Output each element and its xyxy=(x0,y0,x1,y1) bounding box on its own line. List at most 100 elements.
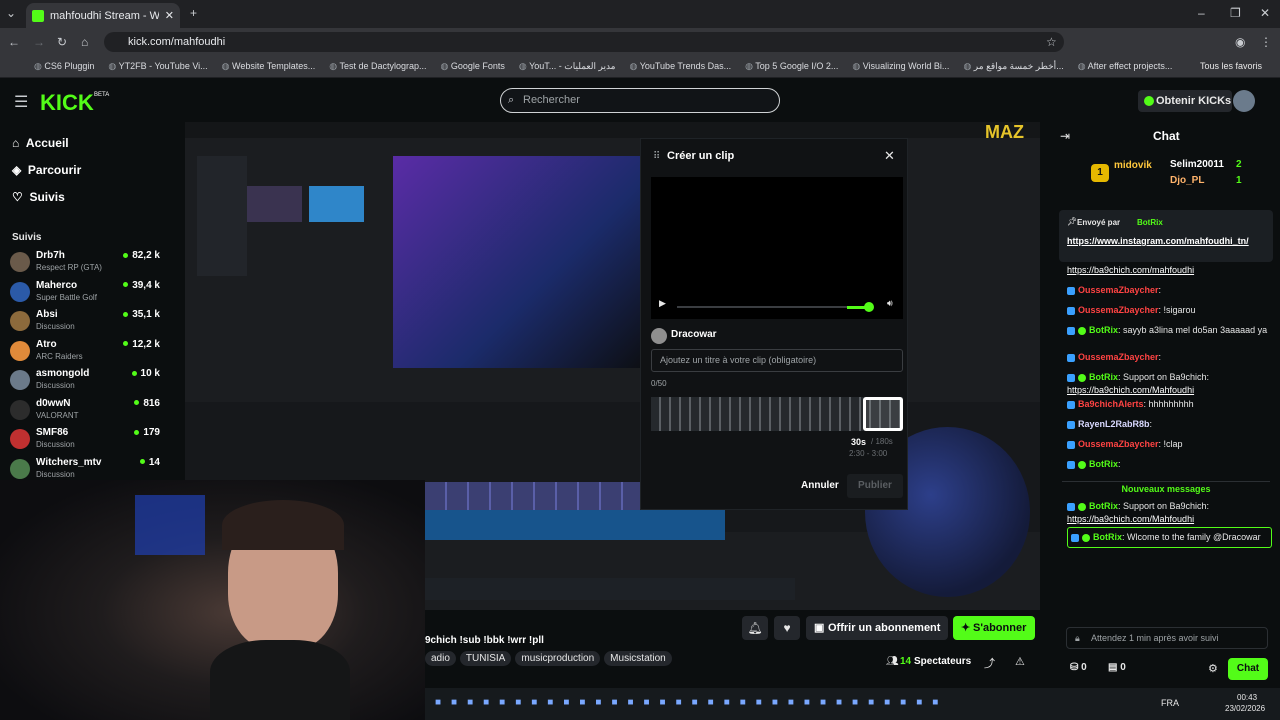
subscribe-button[interactable]: ✦ S'abonner xyxy=(953,616,1035,640)
all-favorites[interactable]: Tous les favoris xyxy=(1200,61,1263,71)
chat-username[interactable]: BotRix xyxy=(1089,325,1118,335)
bookmark-star-icon[interactable]: ☆ xyxy=(1046,35,1057,49)
close-tab-icon[interactable]: ✕ xyxy=(165,9,174,22)
profile-icon[interactable]: ◉ xyxy=(1235,35,1245,49)
user-avatar[interactable] xyxy=(1233,90,1255,112)
chat-message[interactable]: BotRix: Wlcome to the family @Dracowar xyxy=(1067,527,1272,548)
chat-message[interactable]: OussemaZbaycher: xyxy=(1067,351,1272,364)
back-icon[interactable]: ← xyxy=(8,35,20,49)
hamburger-menu-icon[interactable]: ☰ xyxy=(14,92,28,112)
chat-message[interactable]: RayenL2RabR8b: xyxy=(1067,418,1272,431)
clock-time[interactable]: 00:43 xyxy=(1237,693,1257,702)
stream-tag[interactable]: musicproduction xyxy=(515,651,601,666)
chat-message[interactable]: BotRix: xyxy=(1067,458,1272,471)
publish-button[interactable]: Publier xyxy=(847,474,903,498)
home-icon[interactable]: ⌂ xyxy=(81,35,88,49)
tab-menu-icon[interactable]: ⌄ xyxy=(6,6,16,20)
chat-settings-icon[interactable]: ⚙ xyxy=(1208,662,1218,675)
bookmark-item[interactable]: After effect projects... xyxy=(1078,61,1173,72)
chat-username[interactable]: OussemaZbaycher xyxy=(1078,439,1159,449)
chat-username[interactable]: BotRix xyxy=(1089,501,1118,511)
top-gifter-1[interactable]: midovik xyxy=(1114,160,1152,171)
chat-username[interactable]: RayenL2RabR8b xyxy=(1078,419,1150,429)
bookmark-item[interactable]: Google Fonts xyxy=(441,61,505,72)
chat-message[interactable]: BotRix: Support on Ba9chich: https://ba9c… xyxy=(1067,500,1272,526)
close-window-icon[interactable]: ✕ xyxy=(1260,6,1270,20)
clip-title-input[interactable]: Ajoutez un titre à votre clip (obligatoi… xyxy=(651,349,903,372)
forward-icon[interactable]: → xyxy=(33,35,45,49)
bookmark-item[interactable]: Visualizing World Bi... xyxy=(852,61,950,72)
bookmark-item[interactable]: أخطر خمسة مواقع مر... xyxy=(963,61,1064,72)
clock-date[interactable]: 23/02/2026 xyxy=(1225,704,1265,713)
bookmark-item[interactable]: Website Templates... xyxy=(222,61,315,72)
minimize-icon[interactable]: – xyxy=(1198,6,1205,20)
share-icon[interactable]: ⤴ xyxy=(984,655,995,671)
volume-icon[interactable]: 🔊︎ xyxy=(887,298,893,309)
bookmark-item[interactable]: YouTube Trends Das... xyxy=(630,61,731,72)
chat-username[interactable]: Ba9chichAlerts xyxy=(1078,399,1144,409)
browser-tab[interactable]: mahfoudhi Stream - Watch Live ✕ xyxy=(26,3,180,28)
new-tab-icon[interactable]: + xyxy=(190,6,197,20)
pinned-user[interactable]: BotRix xyxy=(1137,218,1163,227)
followed-channel[interactable]: d0wwN VALORANT 816 xyxy=(10,398,160,427)
pinned-message[interactable]: 📌︎ Envoyé par BotRix https://www.instagr… xyxy=(1059,210,1273,262)
followed-channel[interactable]: asmongold Discussion 10 k xyxy=(10,368,160,397)
clip-range-handle[interactable] xyxy=(863,397,903,431)
bookmark-item[interactable]: CS6 Pluggin xyxy=(34,61,94,72)
taskbar-app-icons[interactable]: ■■■■■■■■■■■■■■■■■■■■■■■■■■■■■■■■ xyxy=(435,697,948,708)
volume-slider[interactable] xyxy=(847,302,874,312)
play-icon[interactable]: ▶ xyxy=(659,298,666,309)
chat-message[interactable]: BotRix: sayyb a3lina mel do5an 3aaaaad y… xyxy=(1067,324,1272,337)
chat-username[interactable]: OussemaZbaycher xyxy=(1078,352,1159,362)
report-icon[interactable]: ⚠ xyxy=(1015,655,1025,668)
volume-knob[interactable] xyxy=(863,302,874,312)
chat-username[interactable]: OussemaZbaycher xyxy=(1078,285,1159,295)
chat-message[interactable]: Ba9chichAlerts: hhhhhhhhh xyxy=(1067,398,1272,411)
top-gifter-3[interactable]: Djo_PL xyxy=(1170,175,1204,186)
chat-message[interactable]: OussemaZbaycher: !sigarou xyxy=(1067,304,1272,317)
notification-button[interactable]: 🔔︎ xyxy=(742,616,768,640)
stream-tag[interactable]: Musicstation xyxy=(604,651,672,666)
chat-username[interactable]: BotRix xyxy=(1089,459,1118,469)
follow-button[interactable]: ♥ xyxy=(774,616,800,640)
followed-channel[interactable]: Absi Discussion 35,1 k xyxy=(10,309,160,338)
url-field[interactable]: kick.com/mahfoudhi xyxy=(104,32,1064,52)
reload-icon[interactable]: ↻ xyxy=(57,35,67,49)
nav-following[interactable]: ♡ Suivis xyxy=(12,190,65,204)
clip-progress-track[interactable] xyxy=(677,306,847,308)
chat-username[interactable]: BotRix xyxy=(1089,372,1118,382)
nav-home[interactable]: ⌂ Accueil xyxy=(12,136,69,150)
chat-input[interactable]: 🔒︎ Attendez 1 min après avoir suivi xyxy=(1066,627,1268,649)
chat-username[interactable]: OussemaZbaycher xyxy=(1078,305,1159,315)
pinned-link[interactable]: https://www.instagram.com/mahfoudhi_tn/ xyxy=(1067,235,1253,248)
top-gifter-2[interactable]: Selim20011 xyxy=(1170,159,1224,170)
language-indicator[interactable]: FRA xyxy=(1161,698,1179,708)
chat-message[interactable]: https://ba9chich.com/mahfoudhi xyxy=(1067,264,1272,277)
kick-logo[interactable]: KICK xyxy=(40,90,94,116)
chat-message[interactable]: OussemaZbaycher: xyxy=(1067,284,1272,297)
collapse-chat-icon[interactable]: ⇥ xyxy=(1060,129,1070,143)
clip-preview[interactable]: ▶ 🔊︎ xyxy=(651,177,903,319)
bookmark-item[interactable]: Top 5 Google I/O 2... xyxy=(745,61,838,72)
bookmark-item[interactable]: Test de Dactylograp... xyxy=(329,61,426,72)
drag-handle-icon[interactable]: ⠿ xyxy=(653,151,660,162)
maximize-icon[interactable]: ❐ xyxy=(1230,6,1241,20)
chat-link[interactable]: https://ba9chich.com/Mahfoudhi xyxy=(1067,385,1194,395)
bookmark-item[interactable]: YT2FB - YouTube Vi... xyxy=(108,61,208,72)
cancel-button[interactable]: Annuler xyxy=(801,480,839,491)
chat-message[interactable]: OussemaZbaycher: !clap xyxy=(1067,438,1272,451)
bookmark-item[interactable]: YouT... - مدير العمليات xyxy=(519,61,615,72)
more-menu-icon[interactable]: ⋮ xyxy=(1260,35,1272,49)
nav-browse[interactable]: ◈ Parcourir xyxy=(12,163,81,177)
chat-link[interactable]: https://ba9chich.com/Mahfoudhi xyxy=(1067,514,1194,524)
followed-channel[interactable]: Atro ARC Raiders 12,2 k xyxy=(10,339,160,368)
chat-username[interactable]: BotRix xyxy=(1093,532,1122,542)
search-input[interactable]: Rechercher xyxy=(500,88,780,113)
stream-tag[interactable]: TUNISIA xyxy=(459,651,512,666)
followed-channel[interactable]: SMF86 Discussion 179 xyxy=(10,427,160,456)
send-chat-button[interactable]: Chat xyxy=(1228,658,1268,680)
followed-channel[interactable]: Maherco Super Battle Golf 39,4 k xyxy=(10,280,160,309)
gift-sub-button[interactable]: ▣ Offrir un abonnement xyxy=(806,616,948,640)
stream-tag[interactable]: adio xyxy=(425,651,456,666)
chat-message[interactable]: BotRix: Support on Ba9chich: https://ba9c… xyxy=(1067,371,1272,397)
